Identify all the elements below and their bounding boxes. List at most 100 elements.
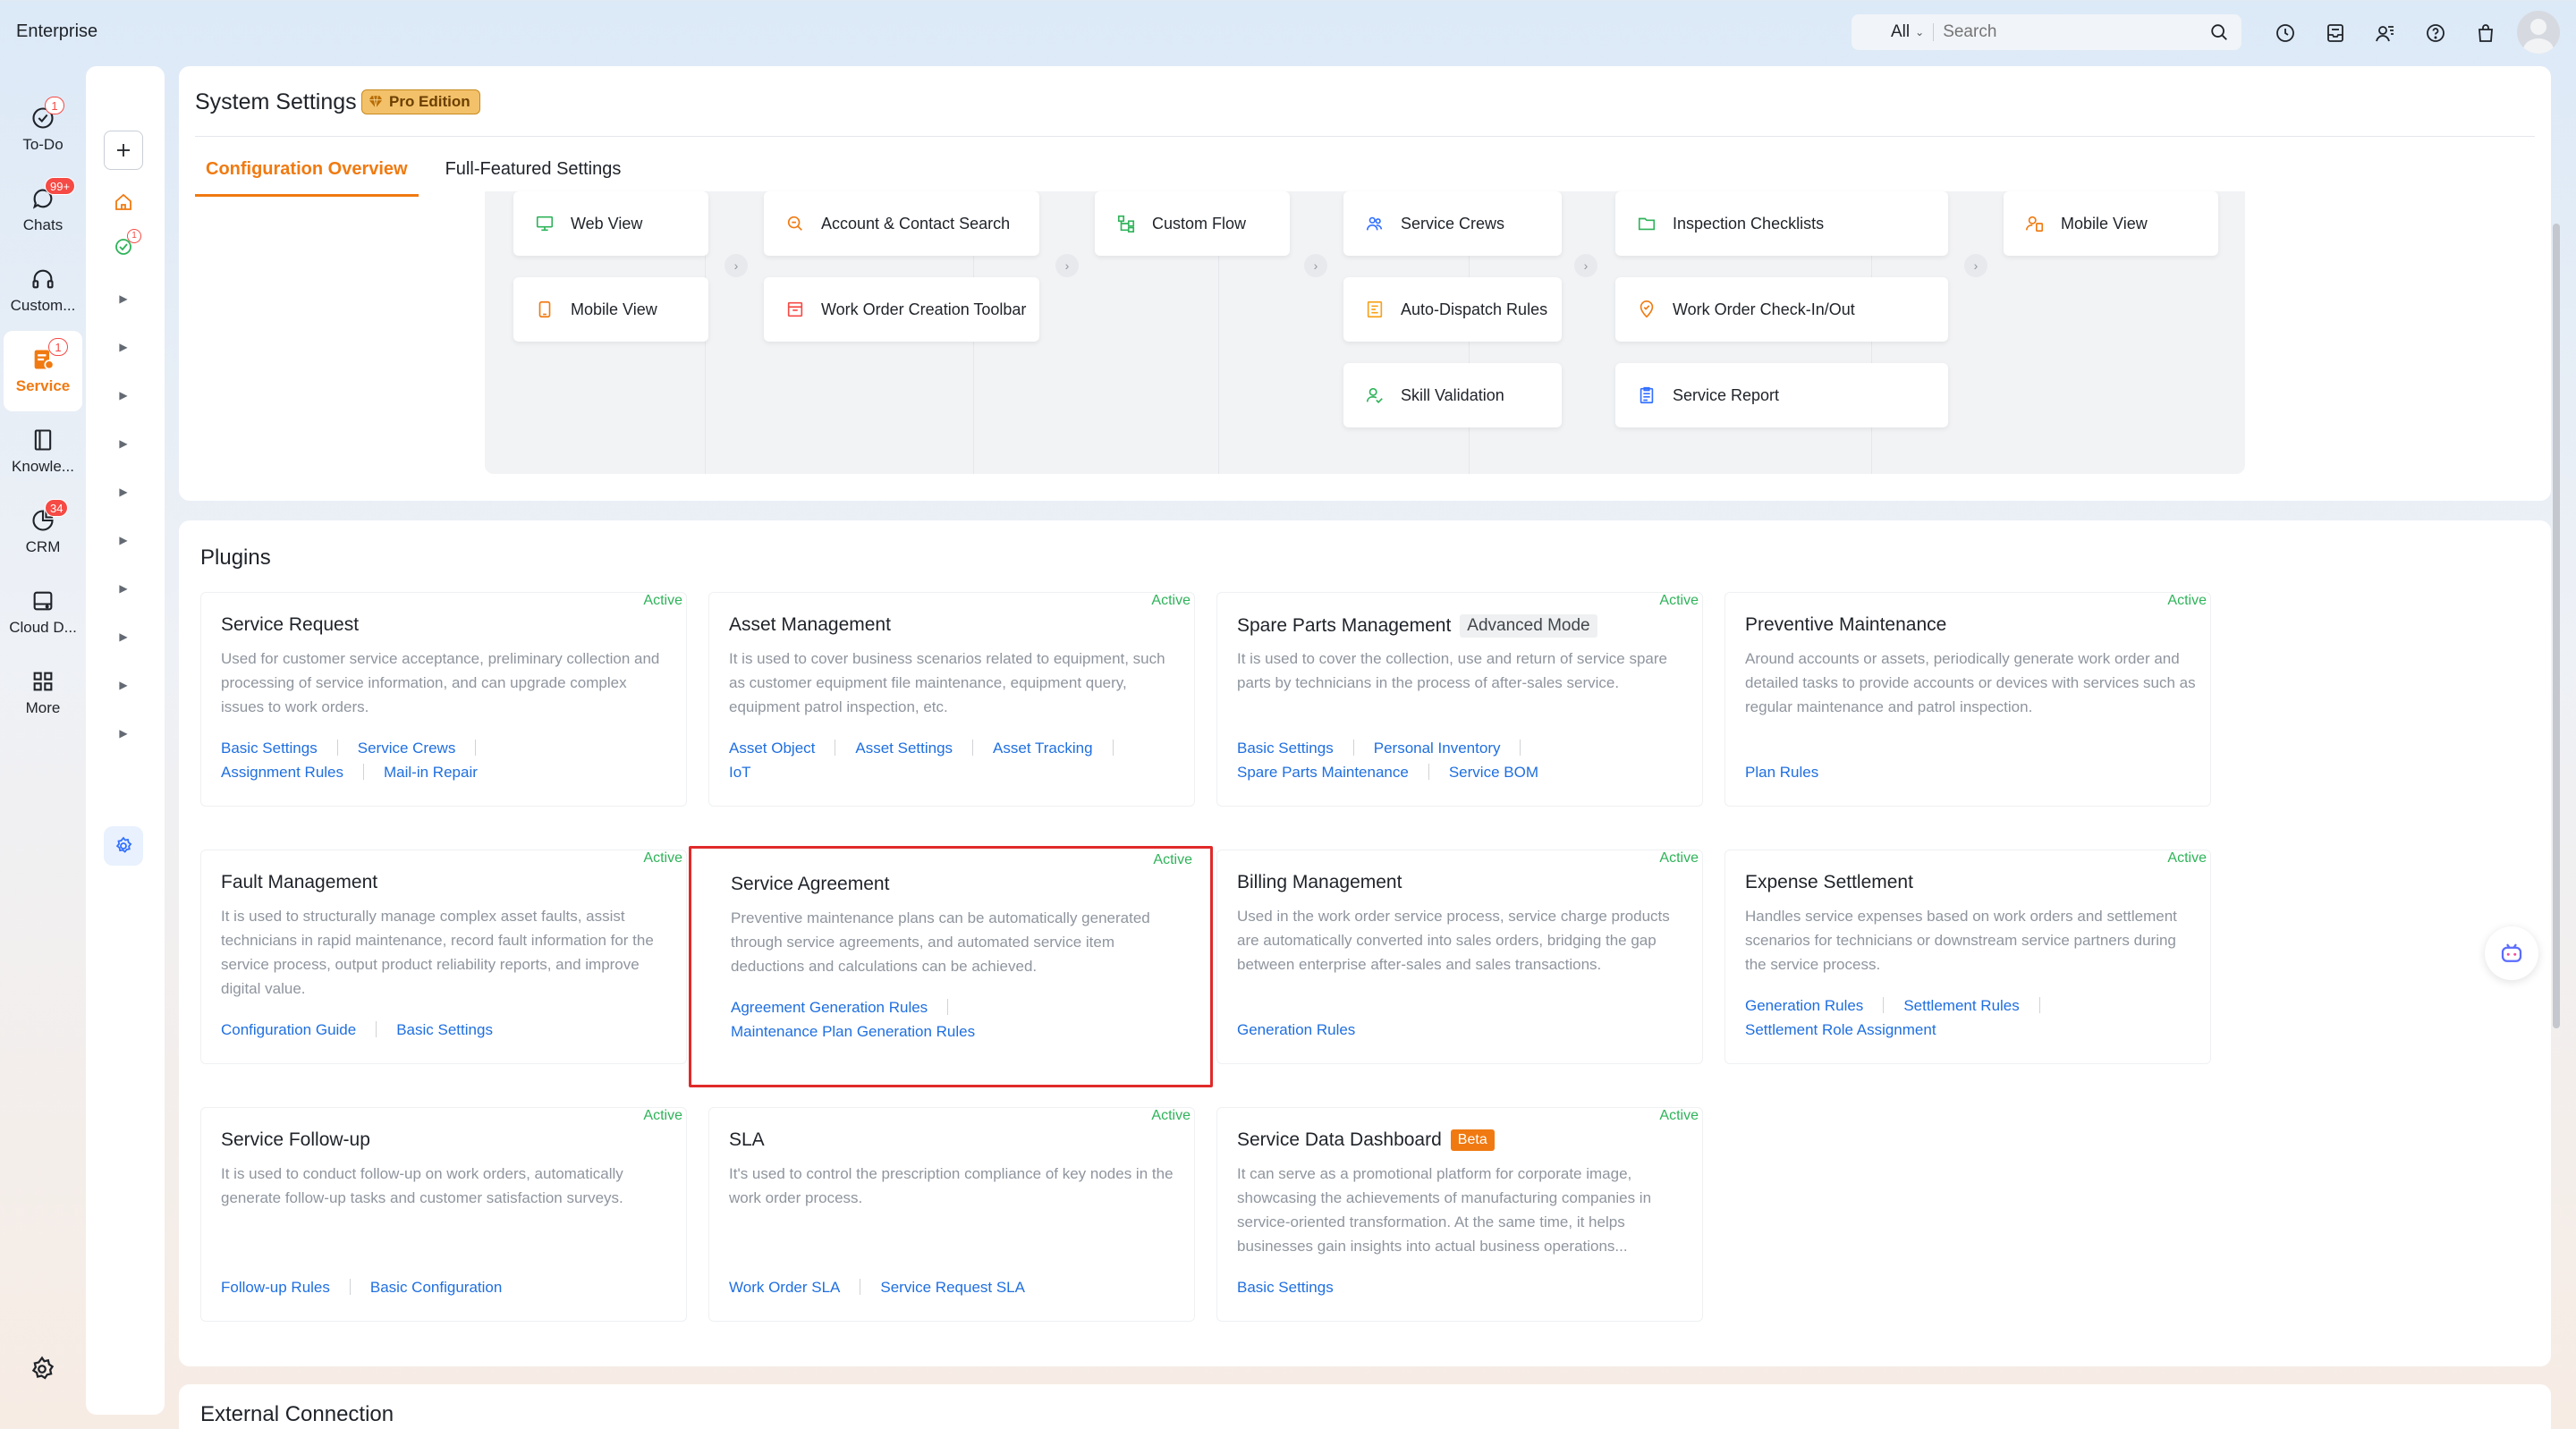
assistant-bot-button[interactable] <box>2485 926 2538 980</box>
plugin-card-preventive-maintenance[interactable]: Active Preventive Maintenance Around acc… <box>1724 592 2211 807</box>
plugin-title: Spare Parts Management <box>1237 615 1452 636</box>
tab-full-featured-settings[interactable]: Full-Featured Settings <box>435 152 632 197</box>
rail-item-todo[interactable]: 1 To-Do <box>0 89 86 170</box>
link-settlement-role-assignment[interactable]: Settlement Role Assignment <box>1745 1018 1936 1042</box>
link-generation-rules[interactable]: Generation Rules <box>1745 994 1863 1018</box>
system-settings-panel: System Settings Pro Edition Configuratio… <box>179 66 2551 501</box>
rail-item-crm[interactable]: 34 CRM <box>0 492 86 572</box>
link-asset-object[interactable]: Asset Object <box>729 736 815 760</box>
flow-card-work-order-check-in-out[interactable]: Work Order Check-In/Out <box>1615 277 1948 342</box>
rail-item-customer[interactable]: Custom... <box>0 250 86 331</box>
tasks-button[interactable]: 1 <box>104 227 143 266</box>
rail-item-chats[interactable]: 99+ Chats <box>0 170 86 250</box>
plugin-card-service-agreement[interactable]: Active Service Agreement Preventive main… <box>689 846 1213 1087</box>
help-icon[interactable] <box>2420 18 2451 48</box>
user-check-icon <box>1366 387 1383 403</box>
rail-item-cloud[interactable]: Cloud D... <box>0 572 86 653</box>
settings-tabs: Configuration Overview Full-Featured Set… <box>195 152 631 197</box>
link-follow-up-rules[interactable]: Follow-up Rules <box>221 1275 330 1299</box>
expand-arrow-icon[interactable]: ▶ <box>116 581 131 596</box>
expand-arrow-icon[interactable]: ▶ <box>116 630 131 644</box>
plugin-description: Used in the work order service process, … <box>1237 908 1670 973</box>
expand-arrow-icon[interactable]: ▶ <box>116 388 131 402</box>
link-mail-in-repair[interactable]: Mail-in Repair <box>384 760 478 784</box>
settings-gear-icon[interactable] <box>29 1356 55 1382</box>
flow-card-service-crews[interactable]: Service Crews <box>1343 191 1562 256</box>
rail-item-more[interactable]: More <box>0 653 86 733</box>
link-agreement-generation-rules[interactable]: Agreement Generation Rules <box>731 995 928 1019</box>
inbox-icon[interactable] <box>2320 18 2351 48</box>
rail-item-knowledge[interactable]: Knowle... <box>0 411 86 492</box>
link-basic-configuration[interactable]: Basic Configuration <box>370 1275 502 1299</box>
expand-arrow-icon[interactable]: ▶ <box>116 678 131 692</box>
contacts-icon[interactable] <box>2370 18 2401 48</box>
add-button[interactable] <box>104 131 143 170</box>
link-maintenance-plan-generation-rules[interactable]: Maintenance Plan Generation Rules <box>731 1019 975 1044</box>
link-basic-settings[interactable]: Basic Settings <box>396 1018 493 1042</box>
expand-arrow-icon[interactable]: ▶ <box>116 533 131 547</box>
plus-icon <box>117 144 130 156</box>
link-service-request-sla[interactable]: Service Request SLA <box>880 1275 1025 1299</box>
link-basic-settings[interactable]: Basic Settings <box>1237 736 1334 760</box>
expand-arrow-icon[interactable]: ▶ <box>116 485 131 499</box>
expand-arrow-icon[interactable]: ▶ <box>116 292 131 306</box>
link-spare-parts-maintenance[interactable]: Spare Parts Maintenance <box>1237 760 1409 784</box>
system-settings-button[interactable] <box>104 826 143 866</box>
history-icon[interactable] <box>2270 18 2301 48</box>
rail-item-service[interactable]: 1 Service <box>4 331 82 411</box>
plugin-card-fault-management[interactable]: Active Fault Management It is used to st… <box>200 850 687 1064</box>
link-configuration-guide[interactable]: Configuration Guide <box>221 1018 356 1042</box>
link-service-bom[interactable]: Service BOM <box>1449 760 1538 784</box>
plugin-card-service-follow-up[interactable]: Active Service Follow-up It is used to c… <box>200 1107 687 1322</box>
plugin-card-service-data-dashboard[interactable]: Active Service Data Dashboard Beta It can… <box>1216 1107 1703 1322</box>
plugin-description: Handles service expenses based on work o… <box>1745 908 2177 973</box>
plugin-description: Around accounts or assets, periodically … <box>1745 650 2196 715</box>
plugin-card-spare-parts-management[interactable]: Active Spare Parts Management Advanced Mo… <box>1216 592 1703 807</box>
flow-card-work-order-creation-toolbar[interactable]: Work Order Creation Toolbar <box>764 277 1039 342</box>
toolbar-icon <box>787 301 803 317</box>
page-scrollbar[interactable] <box>2553 224 2560 1028</box>
flow-card-mobile-view[interactable]: Mobile View <box>513 277 708 342</box>
plugin-card-sla[interactable]: Active SLA It's used to control the pres… <box>708 1107 1195 1322</box>
expand-arrow-icon[interactable]: ▶ <box>116 340 131 354</box>
search-input[interactable] <box>1943 22 2176 42</box>
clipboard-icon <box>1640 386 1654 404</box>
plugin-card-service-request[interactable]: Active Service Request Used for customer… <box>200 592 687 807</box>
gear-icon <box>115 836 132 853</box>
link-iot[interactable]: IoT <box>729 760 751 784</box>
expand-arrow-icon[interactable]: ▶ <box>116 726 131 740</box>
link-basic-settings[interactable]: Basic Settings <box>1237 1275 1334 1299</box>
link-plan-rules[interactable]: Plan Rules <box>1745 760 1818 784</box>
flow-card-account-contact-search[interactable]: Account & Contact Search <box>764 191 1039 256</box>
mode-tag: Advanced Mode <box>1460 614 1597 638</box>
link-personal-inventory[interactable]: Personal Inventory <box>1374 736 1501 760</box>
link-assignment-rules[interactable]: Assignment Rules <box>221 760 343 784</box>
link-settlement-rules[interactable]: Settlement Rules <box>1903 994 2019 1018</box>
plugin-description: It's used to control the prescription co… <box>729 1165 1174 1206</box>
expand-arrow-icon[interactable]: ▶ <box>116 436 131 451</box>
plugin-card-asset-management[interactable]: Active Asset Management It is used to co… <box>708 592 1195 807</box>
flow-card-custom-flow[interactable]: Custom Flow <box>1095 191 1290 256</box>
flow-card-service-report[interactable]: Service Report <box>1615 363 1948 427</box>
tab-configuration-overview[interactable]: Configuration Overview <box>195 152 419 197</box>
link-work-order-sla[interactable]: Work Order SLA <box>729 1275 840 1299</box>
link-generation-rules[interactable]: Generation Rules <box>1237 1018 1355 1042</box>
user-avatar[interactable] <box>2517 11 2560 54</box>
link-basic-settings[interactable]: Basic Settings <box>221 736 318 760</box>
shop-icon[interactable] <box>2470 18 2501 48</box>
home-button[interactable] <box>104 182 143 222</box>
flow-card-web-view[interactable]: Web View <box>513 191 708 256</box>
link-service-crews[interactable]: Service Crews <box>358 736 456 760</box>
link-asset-tracking[interactable]: Asset Tracking <box>993 736 1093 760</box>
link-asset-settings[interactable]: Asset Settings <box>855 736 953 760</box>
search-icon[interactable] <box>2209 22 2229 42</box>
flow-card-inspection-checklists[interactable]: Inspection Checklists <box>1615 191 1948 256</box>
plugin-card-billing-management[interactable]: Active Billing Management Used in the wo… <box>1216 850 1703 1064</box>
plugin-description: Preventive maintenance plans can be auto… <box>731 909 1150 975</box>
flow-card-skill-validation[interactable]: Skill Validation <box>1343 363 1562 427</box>
flow-card-mobile-view-2[interactable]: Mobile View <box>2004 191 2218 256</box>
plugin-card-expense-settlement[interactable]: Active Expense Settlement Handles servic… <box>1724 850 2211 1064</box>
search-scope-select[interactable]: All ⌄ <box>1891 22 1924 42</box>
global-search[interactable]: All ⌄ <box>1852 14 2241 50</box>
flow-card-auto-dispatch-rules[interactable]: Auto-Dispatch Rules <box>1343 277 1562 342</box>
